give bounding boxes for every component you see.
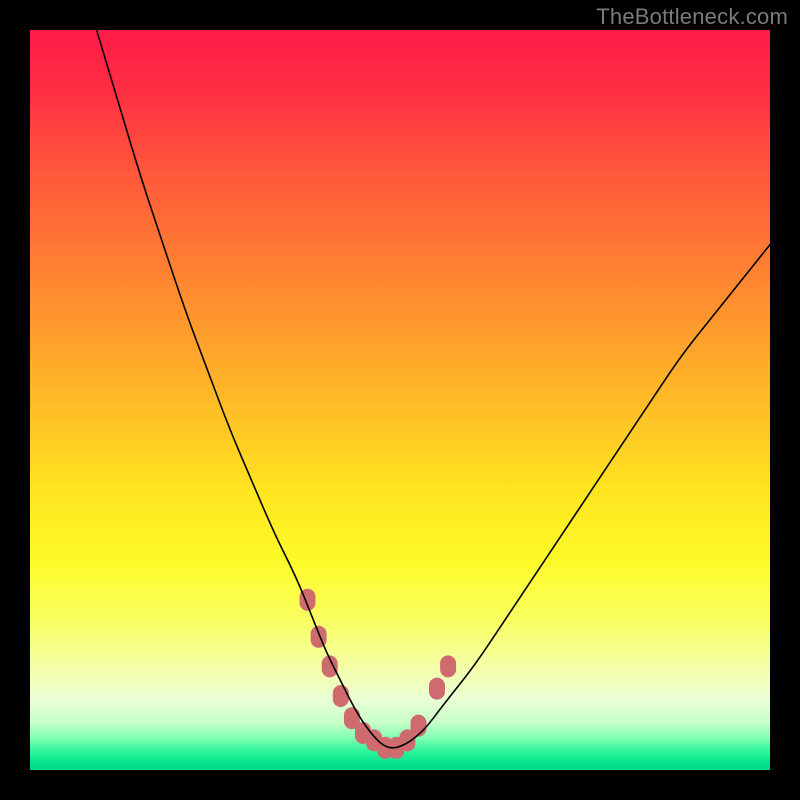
bottleneck-chart bbox=[30, 30, 770, 770]
curve-marker bbox=[311, 626, 327, 648]
curve-marker bbox=[411, 715, 427, 737]
curve-marker bbox=[333, 685, 349, 707]
chart-frame: TheBottleneck.com bbox=[0, 0, 800, 800]
curve-marker bbox=[440, 655, 456, 677]
curve-marker bbox=[429, 678, 445, 700]
gradient-background bbox=[30, 30, 770, 770]
watermark-text: TheBottleneck.com bbox=[596, 4, 788, 30]
